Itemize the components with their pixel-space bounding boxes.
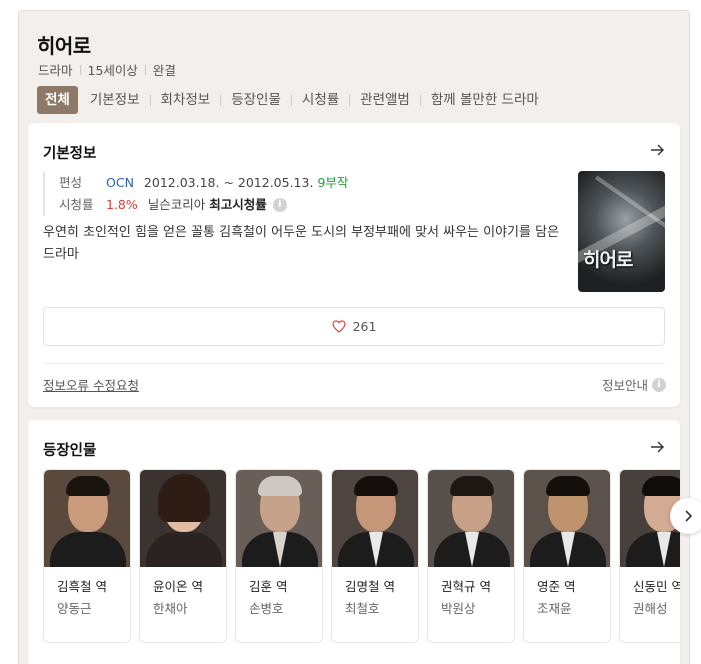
cast-next-button[interactable]: [670, 498, 701, 534]
poster-title: 히어로: [583, 249, 633, 271]
cast-actor: 권해성: [633, 601, 668, 616]
tab-ratings[interactable]: 시청률: [292, 86, 349, 114]
channel-link[interactable]: OCN: [106, 172, 134, 194]
chevron-right-icon: [685, 510, 693, 522]
cast-role: 영준 역: [537, 579, 576, 594]
synopsis: 우연히 초인적인 힘을 얻은 꼴통 김흑철이 어두운 도시의 부정부패에 맞서 …: [43, 225, 560, 262]
basic-info-heading: 기본정보: [43, 146, 97, 162]
rating-source: 닐슨코리아: [147, 197, 206, 212]
episode-count: 9부작: [317, 175, 349, 190]
cast-photo: [140, 470, 226, 567]
like-count: 261: [352, 319, 377, 334]
meta-separator: [79, 64, 81, 75]
tab-related-dramas[interactable]: 함께 볼만한 드라마: [421, 86, 549, 114]
meta-genre: 드라마: [38, 63, 73, 78]
cast-photo: [332, 470, 418, 567]
tab-albums[interactable]: 관련앨범: [350, 86, 420, 114]
info-guide-label: 정보안내: [601, 378, 648, 393]
cast-heading: 등장인물: [43, 443, 97, 459]
rating-best: 최고시청률: [209, 197, 267, 212]
cast-item[interactable]: 김명철 역 최철호: [331, 469, 419, 643]
info-guide-link[interactable]: 정보안내 i: [602, 375, 666, 394]
basic-info-card: 기본정보 편성 OCN 2012.03.18. ~ 2012.05.13. 9부…: [28, 123, 680, 407]
info-icon[interactable]: i: [272, 198, 287, 212]
cast-actor: 한채아: [153, 601, 188, 616]
cast-item[interactable]: 영준 역 조재윤: [523, 469, 611, 643]
cast-role: 윤이온 역: [153, 579, 203, 594]
cast-actor: 박원상: [441, 601, 476, 616]
info-icon: i: [652, 377, 666, 392]
air-dates: 2012.03.18. ~ 2012.05.13.: [143, 175, 314, 190]
cast-role: 김명철 역: [345, 579, 395, 594]
arrow-right-icon[interactable]: [648, 438, 666, 456]
cast-role: 김흑철 역: [57, 579, 107, 594]
cast-role: 권혁규 역: [441, 579, 491, 594]
heart-icon: [331, 320, 346, 333]
rating-value: 1.8%: [106, 197, 138, 212]
tab-bar: 전체 기본정보 회차정보 등장인물 시청률 관련앨범 함께 볼만한 드라마: [37, 86, 549, 114]
poster-image[interactable]: 히어로: [578, 171, 665, 292]
cast-role: 신동민 역: [633, 579, 680, 594]
cast-item[interactable]: 권혁규 역 박원상: [427, 469, 515, 643]
tab-basic-info[interactable]: 기본정보: [80, 86, 150, 114]
cast-item[interactable]: 김훈 역 손병호: [235, 469, 323, 643]
drama-title: 히어로: [37, 34, 91, 58]
cast-actor: 조재윤: [537, 601, 572, 616]
broadcast-info: 편성 OCN 2012.03.18. ~ 2012.05.13. 9부작 시청률…: [43, 172, 348, 216]
tab-cast[interactable]: 등장인물: [221, 86, 291, 114]
drama-meta: 드라마 15세이상 완결: [38, 60, 176, 79]
cast-role: 김훈 역: [249, 579, 288, 594]
meta-separator: [144, 64, 146, 75]
cast-item[interactable]: 김흑철 역 양동근: [43, 469, 131, 643]
broadcast-row: 편성 OCN 2012.03.18. ~ 2012.05.13. 9부작: [59, 172, 348, 194]
meta-age-rating: 15세이상: [87, 63, 138, 78]
cast-list: 김흑철 역 양동근 윤이온 역 한채아 김훈 역 손병호 김명철 역 최철호 권…: [43, 469, 680, 643]
divider: [43, 363, 665, 364]
tab-all[interactable]: 전체: [37, 86, 78, 114]
cast-photo: [44, 470, 130, 567]
like-button[interactable]: 261: [43, 307, 665, 346]
cast-actor: 양동근: [57, 601, 92, 616]
cast-photo: [428, 470, 514, 567]
tab-episodes[interactable]: 회차정보: [151, 86, 221, 114]
rating-label: 시청률: [59, 197, 94, 212]
rating-row: 시청률 1.8% 닐슨코리아 최고시청률 i: [59, 194, 348, 216]
cast-item[interactable]: 윤이온 역 한채아: [139, 469, 227, 643]
cast-photo: [524, 470, 610, 567]
arrow-right-icon[interactable]: [648, 141, 666, 159]
report-error-link[interactable]: 정보오류 수정요청: [43, 375, 139, 394]
meta-status: 완결: [152, 63, 176, 78]
broadcast-label: 편성: [59, 175, 83, 190]
cast-actor: 최철호: [345, 601, 380, 616]
cast-card: 등장인물 김흑철 역 양동근 윤이온 역 한채아 김훈 역 손병호 김명철 역 …: [28, 420, 680, 664]
cast-item[interactable]: 신동민 역 권해성: [619, 469, 680, 643]
cast-actor: 손병호: [249, 601, 284, 616]
cast-photo: [236, 470, 322, 567]
